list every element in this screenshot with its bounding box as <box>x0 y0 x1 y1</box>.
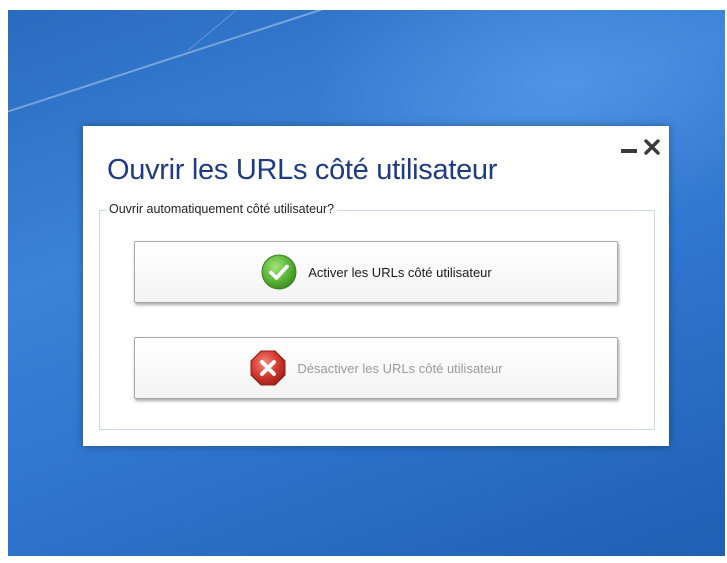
dialog-title: Ouvrir les URLs côté utilisateur <box>107 154 498 186</box>
x-octagon-icon <box>249 349 287 387</box>
deactivate-urls-label: Désactiver les URLs côté utilisateur <box>297 360 503 376</box>
activate-urls-button[interactable]: Activer les URLs côté utilisateur <box>134 241 618 303</box>
minimize-icon[interactable] <box>621 139 637 155</box>
screen: Ouvrir les URLs côté utilisateur Ouvrir … <box>0 0 727 563</box>
activate-urls-label: Activer les URLs côté utilisateur <box>308 264 492 280</box>
group-label: Ouvrir automatiquement côté utilisateur? <box>106 202 338 216</box>
options-group: Ouvrir automatiquement côté utilisateur? <box>99 202 655 430</box>
close-icon[interactable] <box>643 138 661 156</box>
check-circle-icon <box>260 253 298 291</box>
deactivate-urls-button[interactable]: Désactiver les URLs côté utilisateur <box>134 337 618 399</box>
dialog-window: Ouvrir les URLs côté utilisateur Ouvrir … <box>83 126 669 446</box>
window-controls <box>621 138 661 156</box>
